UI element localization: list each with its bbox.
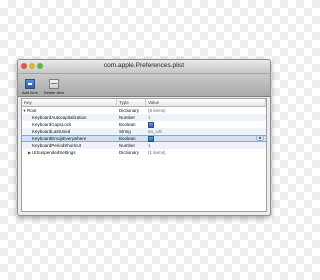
row-key: KeyboardLastUsed (32, 129, 71, 134)
row-key: KeyboardAutocapitalization (32, 115, 87, 120)
table-row[interactable]: KeyboardCapsLock Boolean (22, 121, 266, 128)
row-value[interactable]: en_US (146, 128, 266, 135)
window-title: com.apple.Preferences.plist (103, 62, 185, 69)
row-key: UISuspendedSettings (32, 150, 76, 155)
plist-outline-view[interactable]: Key Type Value ▼Root Dictionary (8 items… (21, 98, 267, 212)
table-row[interactable]: KeyboardLastUsed String en_US (22, 128, 266, 135)
row-key: KeyboardCapsLock (32, 122, 72, 127)
table-row[interactable]: KeyboardPeriodShortcut Number 1 (22, 142, 266, 149)
table-row-selected[interactable]: KeyboardEmojiEverywhere Boolean ◆ (22, 135, 266, 142)
add-remove-stepper[interactable]: ◆ (256, 135, 264, 141)
row-type[interactable]: String (117, 128, 146, 135)
column-header-type[interactable]: Type (117, 99, 146, 106)
checkbox-checked-icon[interactable] (148, 121, 154, 128)
row-key: Root (27, 108, 37, 113)
plist-editor-window: com.apple.Preferences.plist Add Item Del… (17, 59, 271, 216)
delete-item-button[interactable]: Delete Item (43, 79, 65, 96)
title-bar[interactable]: com.apple.Preferences.plist (18, 60, 270, 74)
add-item-label: Add Item (21, 90, 38, 95)
column-header-key[interactable]: Key (22, 99, 117, 106)
delete-item-icon (49, 79, 59, 89)
add-item-icon (25, 79, 35, 89)
delete-item-label: Delete Item (43, 90, 65, 95)
row-type[interactable]: Number (117, 114, 146, 121)
add-item-button[interactable]: Add Item (21, 79, 39, 96)
row-value: (1 items) (148, 150, 166, 155)
row-type[interactable]: Boolean (117, 121, 146, 128)
table-row[interactable]: KeyboardAutocapitalization Number 1 (22, 114, 266, 121)
column-header: Key Type Value (22, 99, 266, 107)
row-type[interactable]: Dictionary (117, 149, 146, 156)
toolbar: Add Item Delete Item (18, 74, 270, 97)
table-row[interactable]: ▶UISuspendedSettings Dictionary (1 items… (22, 149, 266, 156)
row-type[interactable]: Number (117, 142, 146, 149)
row-type[interactable]: Boolean (117, 136, 146, 141)
table-row[interactable]: ▼Root Dictionary (8 items) (22, 107, 266, 114)
row-type[interactable]: Dictionary (117, 107, 146, 114)
row-key: KeyboardPeriodShortcut (32, 143, 82, 148)
row-key[interactable]: KeyboardEmojiEverywhere (32, 136, 86, 141)
row-value: (8 items) (148, 108, 166, 113)
row-value[interactable]: 1 (146, 114, 266, 121)
row-value[interactable]: 1 (146, 142, 266, 149)
column-header-value[interactable]: Value (146, 99, 266, 106)
